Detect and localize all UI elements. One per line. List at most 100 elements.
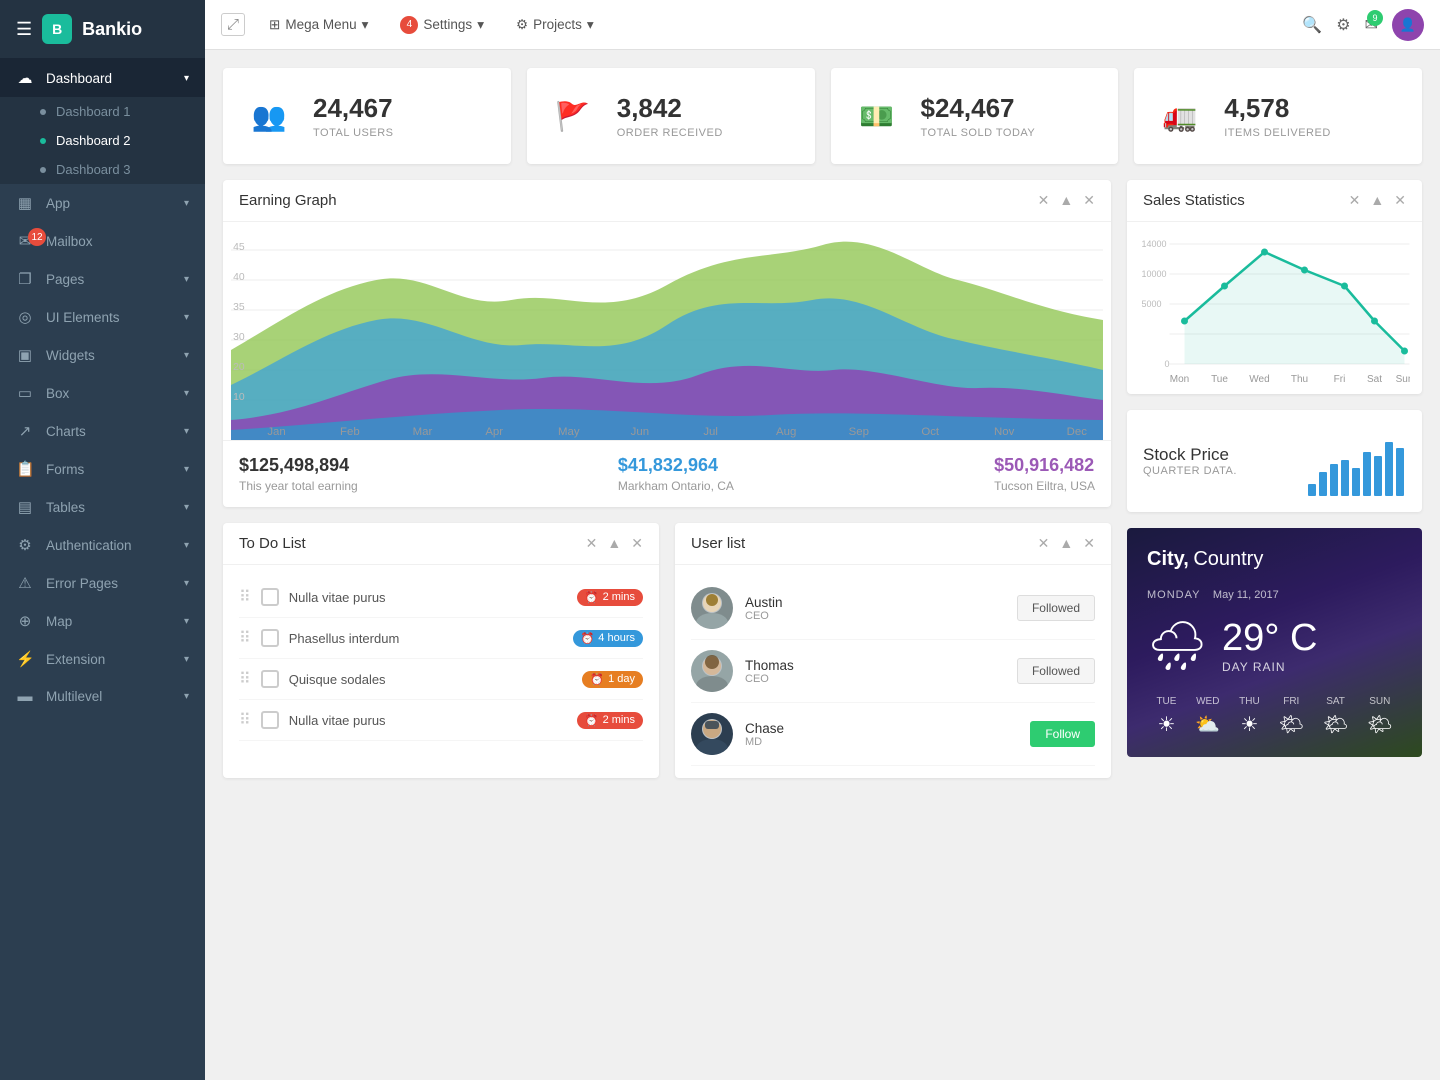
close-icon[interactable]: ✕ [1394, 192, 1406, 209]
drag-handle-icon[interactable]: ⠿ [239, 628, 251, 648]
graph-footer: $125,498,894 This year total earning $41… [223, 440, 1111, 507]
auth-icon: ⚙ [16, 536, 34, 554]
sidebar-item-forms[interactable]: 📋 Forms ▾ [0, 450, 205, 488]
sidebar-item-ui-elements[interactable]: ◎ UI Elements ▾ [0, 298, 205, 336]
sidebar-item-label: Forms [46, 462, 84, 477]
todo-list: ⠿ Nulla vitae purus ⏰ 2 mins ⠿ Phasellus… [223, 565, 659, 778]
search-icon[interactable]: 🔍 [1302, 15, 1322, 35]
weather-forecast: TUE ☀ WED ⛅ THU ☀ FRI 🌤 [1147, 696, 1402, 737]
weather-description: DAY RAIN [1222, 660, 1317, 674]
svg-text:Jul: Jul [703, 426, 718, 438]
graph-stat-markham: $41,832,964 Markham Ontario, CA [618, 455, 734, 493]
hamburger-icon[interactable]: ☰ [16, 19, 32, 40]
megamenu-item[interactable]: ⊞ Mega Menu ▾ [261, 13, 376, 37]
todo-checkbox[interactable] [261, 588, 279, 606]
avatar [691, 713, 733, 755]
followed-button[interactable]: Followed [1017, 595, 1095, 621]
extension-icon: ⚡ [16, 650, 34, 668]
chevron-icon: ▾ [184, 73, 189, 84]
todo-checkbox[interactable] [261, 629, 279, 647]
drag-handle-icon[interactable]: ⠿ [239, 669, 251, 689]
drag-handle-icon[interactable]: ⠿ [239, 710, 251, 730]
svg-text:Fri: Fri [1334, 374, 1346, 385]
expand-icon[interactable]: ✕ [1349, 192, 1361, 209]
expand-icon[interactable]: ✕ [586, 535, 598, 552]
sidebar-item-tables[interactable]: ▤ Tables ▾ [0, 488, 205, 526]
todo-badge: ⏰ 4 hours [573, 630, 643, 647]
settings-item[interactable]: 4 Settings ▾ [392, 12, 492, 38]
sidebar-item-authentication[interactable]: ⚙ Authentication ▾ [0, 526, 205, 564]
collapse-icon[interactable]: ▲ [1059, 192, 1073, 209]
follow-button[interactable]: Follow [1030, 721, 1095, 747]
sidebar-item-error-pages[interactable]: ⚠ Error Pages ▾ [0, 564, 205, 602]
todo-item: ⠿ Quisque sodales ⏰ 1 day [239, 659, 643, 700]
close-icon[interactable]: ✕ [631, 535, 643, 552]
panel-header: User list ✕ ▲ ✕ [675, 523, 1111, 565]
sidebar-item-label: Authentication [46, 538, 132, 553]
mail-icon[interactable]: ✉ 9 [1365, 15, 1378, 35]
sidebar-nav: ☁ Dashboard ▾ Dashboard 1 Dashboard 2 Da… [0, 59, 205, 715]
gear-icon[interactable]: ⚙ [1336, 15, 1350, 35]
sidebar-item-dashboard[interactable]: ☁ Dashboard ▾ [0, 59, 205, 97]
sidebar-item-map[interactable]: ⊕ Map ▾ [0, 602, 205, 640]
close-icon[interactable]: ✕ [1083, 535, 1095, 552]
user-avatar[interactable]: 👤 [1392, 9, 1424, 41]
multilevel-icon: ▬ [16, 688, 34, 705]
close-icon[interactable]: ✕ [1083, 192, 1095, 209]
panel-title: To Do List [239, 535, 306, 552]
svg-text:35: 35 [233, 302, 245, 313]
sidebar-item-label: Multilevel [46, 689, 102, 704]
weather-date-day: MONDAY [1147, 589, 1200, 601]
ui-icon: ◎ [16, 308, 34, 326]
sidebar-sub-item-dashboard2[interactable]: Dashboard 2 [0, 126, 205, 155]
collapse-icon[interactable]: ▲ [1059, 535, 1073, 552]
todo-checkbox[interactable] [261, 670, 279, 688]
panel-title: Earning Graph [239, 192, 337, 209]
collapse-icon[interactable]: ▲ [607, 535, 621, 552]
forecast-day-name: SUN [1369, 696, 1390, 707]
stat-card-users: 👥 24,467 TOTAL USERS [223, 68, 511, 164]
fullscreen-button[interactable]: ⤢ [221, 13, 245, 36]
todo-checkbox[interactable] [261, 711, 279, 729]
sidebar-item-extension[interactable]: ⚡ Extension ▾ [0, 640, 205, 678]
followed-button[interactable]: Followed [1017, 658, 1095, 684]
drag-handle-icon[interactable]: ⠿ [239, 587, 251, 607]
sidebar-sub-item-dashboard3[interactable]: Dashboard 3 [0, 155, 205, 184]
sidebar-item-label: Tables [46, 500, 85, 515]
tables-icon: ▤ [16, 498, 34, 516]
panel-header: Sales Statistics ✕ ▲ ✕ [1127, 180, 1422, 222]
earning-graph-panel: Earning Graph ✕ ▲ ✕ [223, 180, 1111, 507]
sidebar-item-label: Map [46, 614, 72, 629]
sidebar-item-mailbox[interactable]: 12 ✉ Mailbox [0, 222, 205, 260]
sidebar-item-box[interactable]: ▭ Box ▾ [0, 374, 205, 412]
collapse-icon[interactable]: ▲ [1370, 192, 1384, 209]
svg-text:Mar: Mar [413, 426, 433, 438]
svg-text:Jan: Jan [267, 426, 285, 438]
projects-item[interactable]: ⚙ Projects ▾ [508, 13, 602, 37]
svg-text:Thu: Thu [1291, 374, 1308, 385]
chevron-icon: ▾ [184, 426, 189, 437]
sidebar-item-app[interactable]: ▦ App ▾ [0, 184, 205, 222]
sidebar-item-pages[interactable]: ❐ Pages ▾ [0, 260, 205, 298]
chevron-icon: ▾ [184, 312, 189, 323]
expand-icon[interactable]: ✕ [1038, 192, 1050, 209]
sidebar-item-charts[interactable]: ↗ Charts ▾ [0, 412, 205, 450]
user-role: CEO [745, 673, 1005, 685]
chevron-down-icon: ▾ [362, 17, 369, 33]
data-point [1181, 318, 1188, 325]
sidebar-item-multilevel[interactable]: ▬ Multilevel ▾ [0, 678, 205, 715]
sales-chart: 14000 10000 5000 0 [1139, 234, 1410, 394]
sidebar-sub-item-dashboard1[interactable]: Dashboard 1 [0, 97, 205, 126]
cloud-icon: ☁ [16, 69, 34, 87]
svg-text:30: 30 [233, 332, 245, 343]
users-icon: 👥 [243, 90, 295, 142]
forecast-day-name: WED [1196, 696, 1219, 707]
stat-value: 3,842 [617, 93, 723, 124]
markham-value: $41,832,964 [618, 455, 734, 476]
expand-icon[interactable]: ✕ [1038, 535, 1050, 552]
sidebar-item-widgets[interactable]: ▣ Widgets ▾ [0, 336, 205, 374]
stat-value: 24,467 [313, 93, 393, 124]
widgets-icon: ▣ [16, 346, 34, 364]
panel-header: Earning Graph ✕ ▲ ✕ [223, 180, 1111, 222]
settings-label: Settings [423, 17, 472, 32]
